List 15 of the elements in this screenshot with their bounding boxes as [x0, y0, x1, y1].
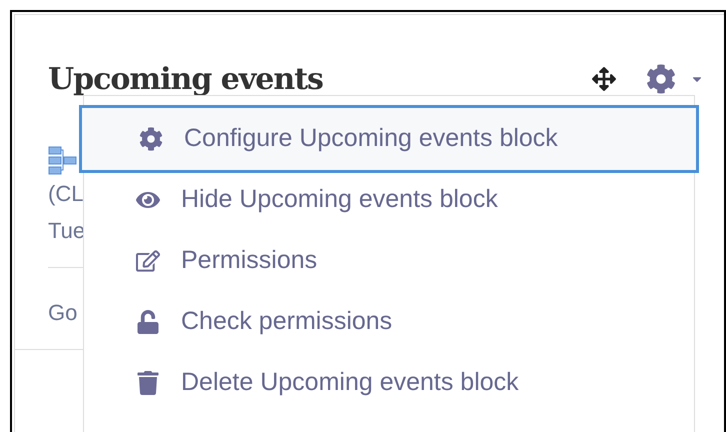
event-text: Tue — [48, 217, 86, 245]
move-icon[interactable] — [592, 67, 616, 91]
menu-item[interactable]: Permissions — [84, 230, 694, 291]
trash-icon — [136, 370, 160, 394]
event-icon — [48, 145, 78, 175]
menu-item[interactable]: Configure Upcoming events block — [79, 105, 699, 173]
menu-item[interactable]: Check permissions — [84, 291, 694, 352]
footer-link[interactable]: Go — [48, 300, 78, 325]
unlock-icon — [136, 310, 160, 334]
event-text: (CL — [48, 180, 84, 208]
settings-icon[interactable] — [646, 64, 676, 94]
edit-icon — [136, 248, 160, 272]
gear-icon — [139, 127, 163, 151]
menu-item[interactable]: Delete Upcoming events block — [84, 352, 694, 413]
block-title: Upcoming events — [48, 60, 323, 98]
